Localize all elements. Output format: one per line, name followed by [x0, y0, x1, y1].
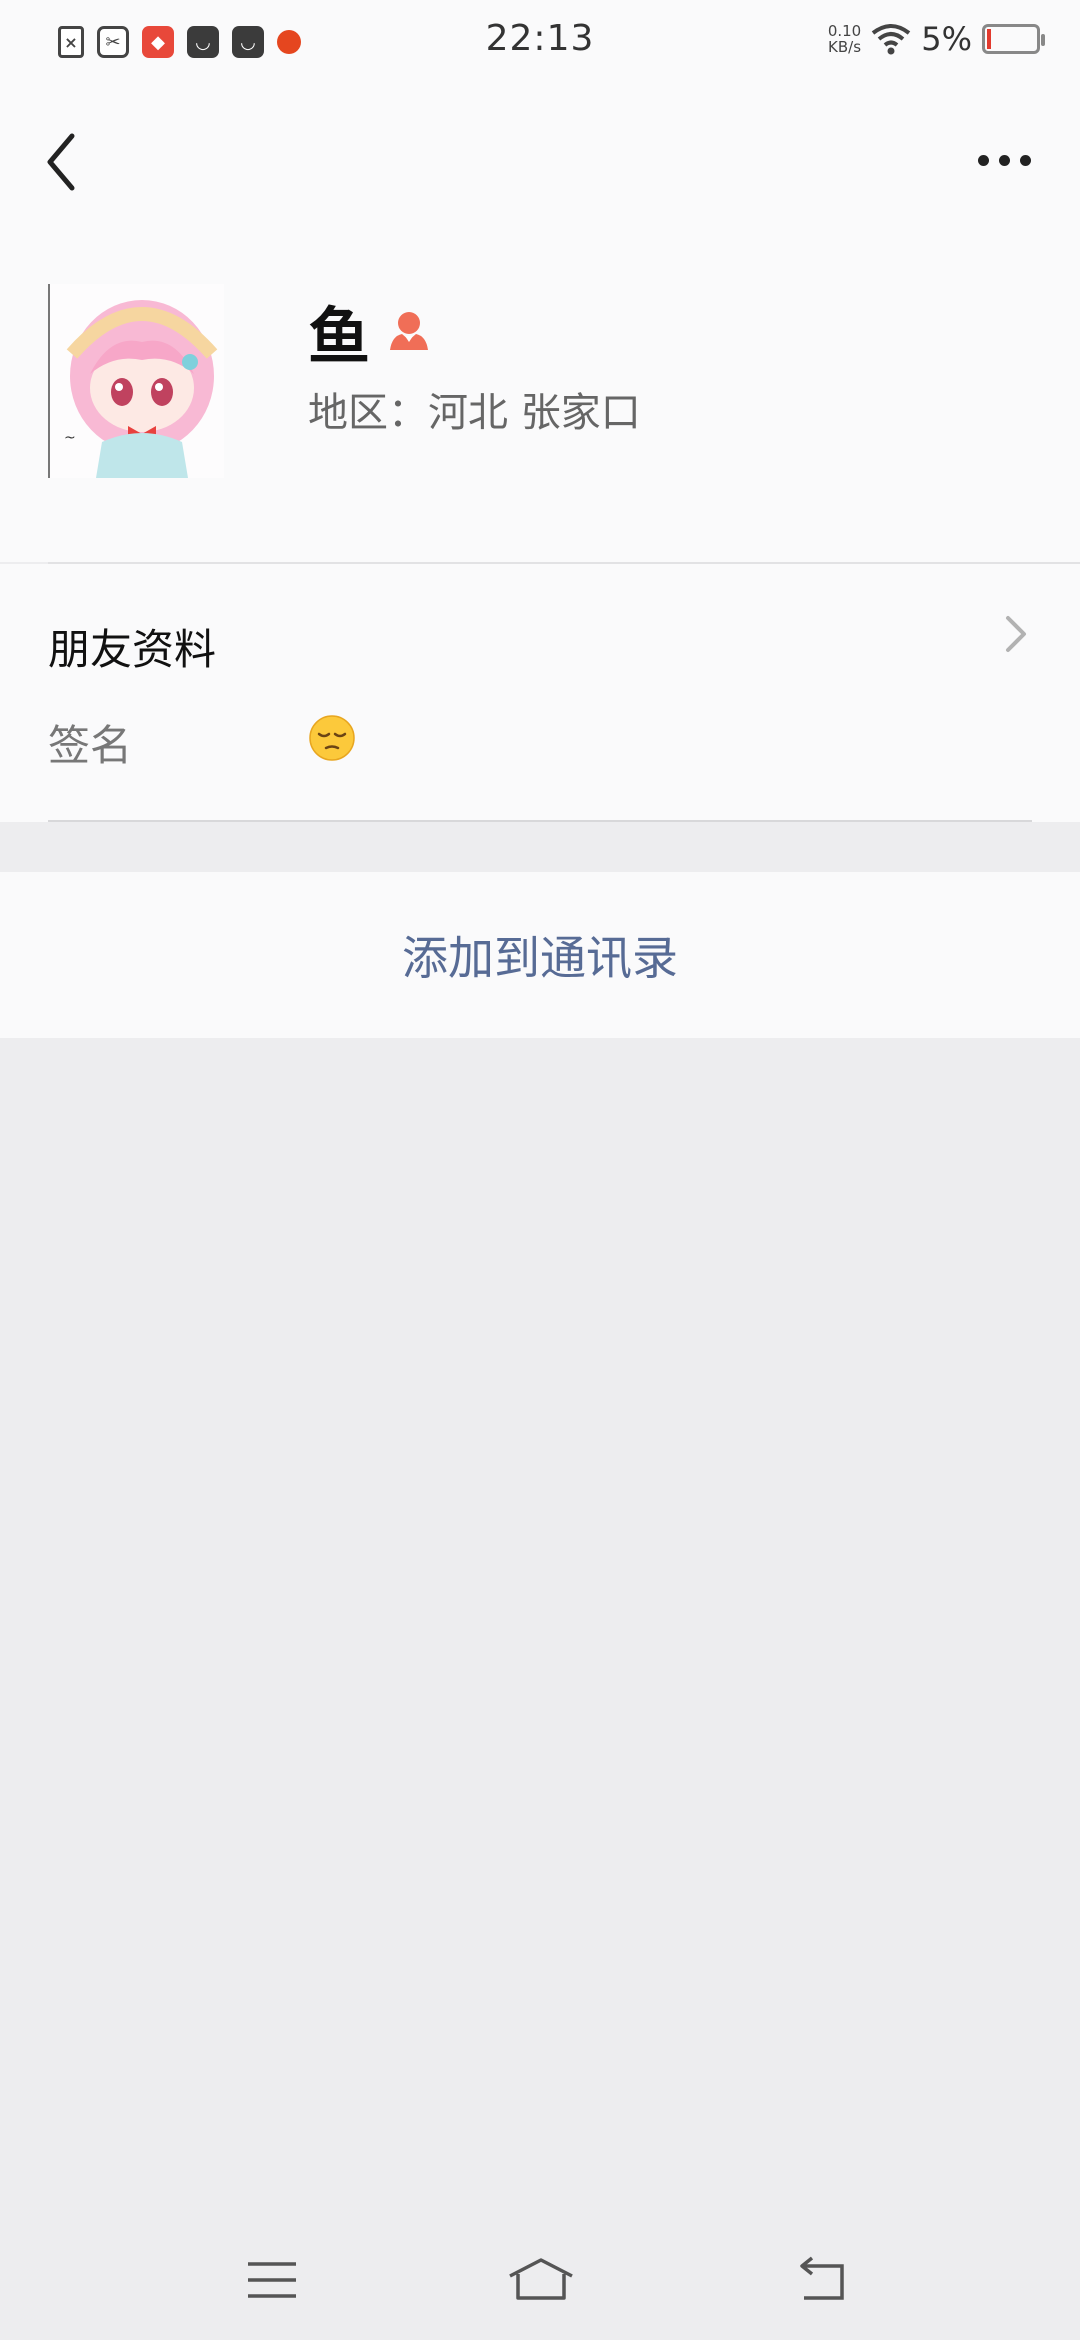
status-right: 0.10 KB/s 5%	[827, 20, 1045, 58]
signature-label: 签名	[48, 721, 133, 770]
friend-info-title: 朋友资料	[48, 625, 217, 674]
female-user-icon	[390, 312, 429, 350]
avatar-illustration: ~	[50, 284, 224, 478]
wifi-icon	[872, 24, 911, 55]
svg-text:~: ~	[64, 430, 76, 446]
menu-icon	[248, 2262, 296, 2298]
profile-name: 鱼	[308, 300, 371, 373]
name-row: 鱼	[308, 286, 432, 376]
battery-percent: 5%	[921, 20, 972, 58]
region-text: 地区：河北 张家口	[308, 390, 641, 436]
battery-level	[987, 29, 991, 49]
back-button[interactable]	[36, 122, 96, 202]
chevron-right-icon	[1006, 616, 1026, 652]
profile-header: ~ 鱼 地区：河北 张家口	[0, 224, 1080, 562]
back-nav-button[interactable]	[790, 2250, 854, 2310]
more-dots-icon	[977, 154, 989, 166]
chevron-left-icon	[47, 133, 75, 191]
network-speed: 0.10 KB/s	[827, 22, 862, 56]
system-nav-bar	[0, 2220, 1080, 2340]
top-nav	[0, 84, 1080, 224]
status-bar: × ✂ ◆ ◡ ◡ 22:13 0.10 KB/s 5%	[0, 0, 1080, 84]
avatar[interactable]: ~	[48, 284, 224, 478]
battery-icon	[982, 24, 1045, 54]
signature-value	[308, 714, 356, 762]
home-icon	[509, 2258, 573, 2300]
return-icon	[800, 2256, 844, 2300]
more-button[interactable]	[964, 140, 1044, 180]
menu-button[interactable]	[240, 2250, 304, 2310]
friend-info-section[interactable]: 朋友资料 签名	[0, 564, 1080, 822]
divider	[48, 820, 1032, 822]
home-button[interactable]	[506, 2250, 576, 2310]
add-to-contacts-button[interactable]: 添加到通讯录	[0, 872, 1080, 1038]
pensive-face-icon	[309, 715, 355, 761]
